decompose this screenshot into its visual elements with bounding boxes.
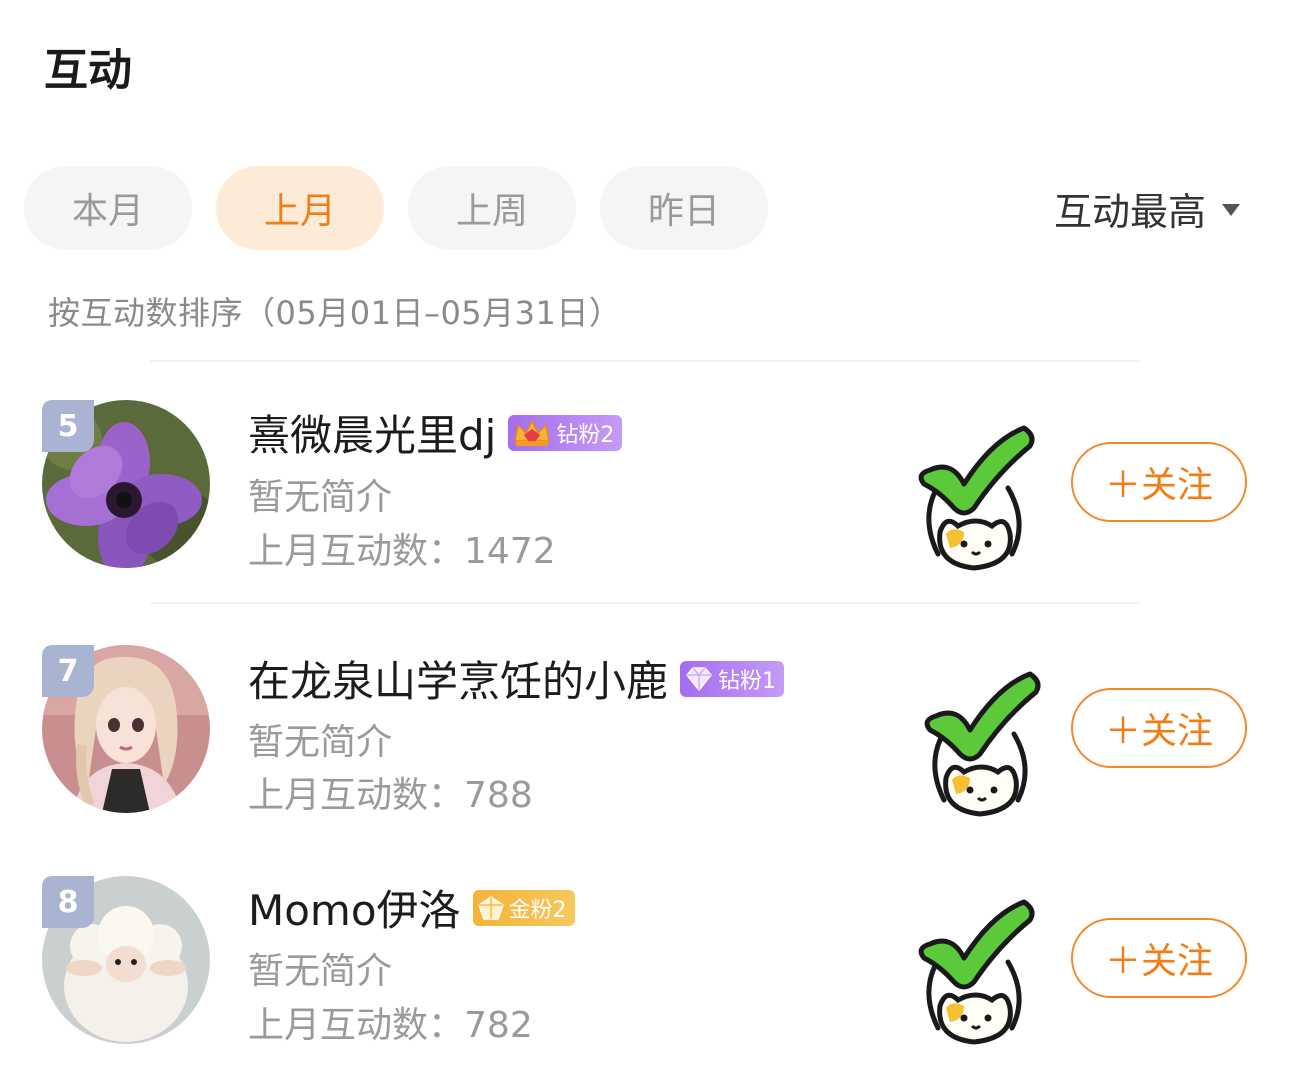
sort-hint: 按互动数排序（05月01日–05月31日）	[48, 294, 622, 332]
fan-badge-label: 金粉2	[508, 897, 567, 923]
caret-down-icon	[1222, 204, 1240, 216]
tab-last-week[interactable]: 上周	[408, 166, 576, 250]
user-name[interactable]: Momo伊洛	[248, 877, 461, 938]
tab-this-month[interactable]: 本月	[24, 166, 192, 250]
tab-yesterday[interactable]: 昨日	[600, 166, 768, 250]
count-label: 上月互动数：	[248, 775, 465, 816]
rank-badge: 7	[42, 645, 94, 697]
interaction-count: 上月互动数：782	[248, 996, 533, 1048]
tab-last-month[interactable]: 上月	[216, 166, 384, 250]
follow-button[interactable]: ＋关注	[1071, 688, 1247, 768]
rank-badge: 5	[42, 400, 94, 452]
page-title: 互动	[44, 45, 132, 96]
user-name[interactable]: 熹微晨光里dj	[248, 402, 496, 463]
fan-badge-label: 钻粉1	[718, 668, 777, 694]
count-label: 上月互动数：	[248, 1005, 465, 1046]
check-cat-sticker-icon[interactable]	[912, 422, 1042, 572]
crown-icon	[514, 418, 551, 446]
divider	[150, 602, 1140, 604]
follow-button[interactable]: ＋关注	[1071, 918, 1247, 998]
follow-button[interactable]: ＋关注	[1071, 442, 1247, 522]
divider	[150, 360, 1140, 362]
user-bio: 暂无简介	[248, 951, 393, 992]
rank-badge: 8	[42, 876, 94, 928]
sort-selected-label: 互动最高	[1053, 189, 1206, 234]
fan-badge: 金粉2	[472, 889, 575, 926]
fan-badge: 钻粉1	[680, 660, 785, 697]
fan-badge: 钻粉2	[508, 414, 623, 451]
gold-gem-icon	[477, 895, 504, 920]
count-label: 上月互动数：	[248, 531, 465, 572]
count-value: 788	[464, 775, 533, 816]
count-value: 1472	[464, 531, 556, 572]
check-cat-sticker-icon[interactable]	[912, 896, 1042, 1046]
sort-dropdown[interactable]: 互动最高	[1054, 180, 1240, 236]
interaction-count: 上月互动数：1472	[248, 522, 556, 574]
fan-badge-label: 钻粉2	[556, 422, 615, 448]
user-bio: 暂无简介	[248, 477, 393, 518]
user-bio: 暂无简介	[248, 722, 393, 763]
interaction-count: 上月互动数：788	[248, 766, 533, 818]
diamond-icon	[686, 666, 712, 691]
user-name[interactable]: 在龙泉山学烹饪的小鹿	[248, 648, 668, 709]
count-value: 782	[464, 1005, 533, 1046]
check-cat-sticker-icon[interactable]	[918, 668, 1048, 818]
